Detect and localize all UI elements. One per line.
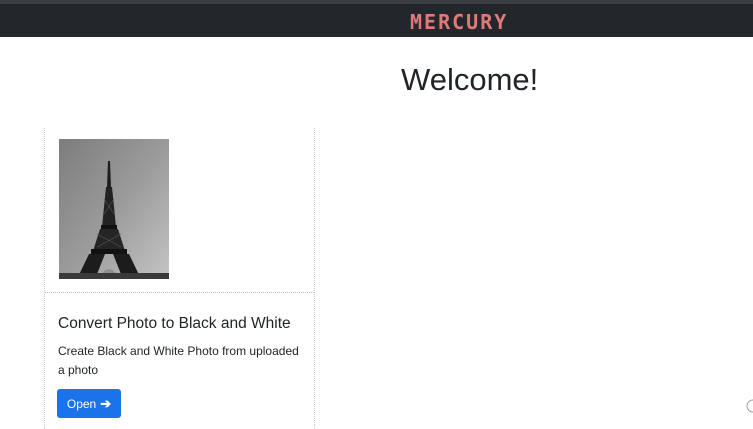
brand-logo[interactable]: MERCURY [410, 9, 508, 35]
top-navbar: MERCURY [0, 0, 753, 37]
open-button[interactable]: Open ➔ [57, 389, 121, 418]
card-image-container [45, 128, 314, 293]
card-title: Convert Photo to Black and White [58, 315, 291, 332]
page-title: Welcome! [401, 62, 539, 97]
scroll-to-top-icon[interactable] [745, 392, 753, 420]
card-description: Create Black and White Photo from upload… [58, 344, 299, 377]
open-button-label: Open [66, 396, 97, 411]
arrow-right-icon: ➔ [100, 395, 112, 411]
eiffel-tower-photo [59, 139, 169, 279]
app-card: Convert Photo to Black and White Create … [44, 128, 315, 429]
